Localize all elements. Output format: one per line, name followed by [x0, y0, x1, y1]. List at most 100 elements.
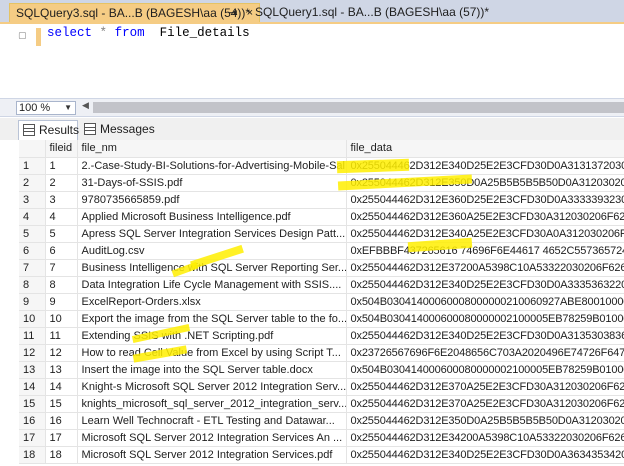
cell-file-data[interactable]: 0x255044462D312E350D0A25B5B5B5B50D0A3120… [346, 412, 624, 430]
row-number[interactable]: 8 [19, 276, 46, 294]
cell-file-nm[interactable]: Learn Well Technocraft - ETL Testing and… [77, 412, 347, 430]
cell-fileid[interactable]: 11 [45, 327, 78, 345]
fold-icon[interactable]: ▢ [18, 30, 27, 41]
query-text[interactable]: select * from File_details [47, 26, 250, 40]
cell-fileid[interactable]: 3 [45, 191, 78, 209]
table-row[interactable]: 12 12 How to read Cell Value from Excel by… [19, 344, 624, 362]
cell-file-data[interactable]: 0x255044462D312E360A25E2E3CFD30A31203020… [346, 208, 624, 226]
row-number-header[interactable] [19, 140, 46, 158]
row-number[interactable]: 12 [19, 344, 46, 362]
cell-file-nm[interactable]: Applied Microsoft Business Intelligence.… [77, 208, 347, 226]
row-number[interactable]: 6 [19, 242, 46, 260]
column-header-file-nm[interactable]: file_nm [77, 140, 347, 158]
pin-icon[interactable]: ⇥ [228, 7, 237, 19]
cell-file-data[interactable]: 0x255044462D312E360D25E2E3CFD30D0A333339… [346, 191, 624, 209]
cell-fileid[interactable]: 4 [45, 208, 78, 226]
table-row[interactable]: 3 3 9780735665859.pdf 0x255044462D312E360D2… [19, 191, 624, 209]
cell-fileid[interactable]: 7 [45, 259, 78, 277]
cell-fileid[interactable]: 13 [45, 361, 78, 379]
tab-results[interactable]: Results [18, 120, 79, 140]
cell-file-nm[interactable]: Knight-s Microsoft SQL Server 2012 Integ… [77, 378, 347, 396]
cell-fileid[interactable]: 12 [45, 344, 78, 362]
cell-fileid[interactable]: 1 [45, 157, 78, 175]
table-row[interactable]: 10 10 Export the image from the SQL Server… [19, 310, 624, 328]
cell-fileid[interactable]: 8 [45, 276, 78, 294]
cell-file-data[interactable]: 0x255044462D312E34200A5398C10A5332203020… [346, 429, 624, 447]
row-number[interactable]: 15 [19, 395, 46, 413]
row-number[interactable]: 13 [19, 361, 46, 379]
cell-fileid[interactable]: 14 [45, 378, 78, 396]
cell-file-nm[interactable]: Insert the image into the SQL Server tab… [77, 361, 347, 379]
cell-file-nm[interactable]: Data Integration Life Cycle Management w… [77, 276, 347, 294]
cell-fileid[interactable]: 9 [45, 293, 78, 311]
table-row[interactable]: 18 18 Microsoft SQL Server 2012 Integratio… [19, 446, 624, 464]
cell-fileid[interactable]: 16 [45, 412, 78, 430]
cell-fileid[interactable]: 15 [45, 395, 78, 413]
cell-file-data[interactable]: 0x255044462D312E370A25E2E3CFD30A31203020… [346, 395, 624, 413]
tab-sqlquery3[interactable]: SQLQuery3.sql - BA...B (BAGESH\aa (54))*… [9, 3, 260, 22]
table-row[interactable]: 14 14 Knight-s Microsoft SQL Server 2012 I… [19, 378, 624, 396]
table-row[interactable]: 4 4 Applied Microsoft Business Intelligenc… [19, 208, 624, 226]
horizontal-scrollbar-thumb[interactable] [93, 102, 624, 113]
row-number[interactable]: 10 [19, 310, 46, 328]
cell-file-nm[interactable]: How to read Cell Value from Excel by usi… [77, 344, 347, 362]
table-row[interactable]: 15 15 knights_microsoft_sql_server_2012_in… [19, 395, 624, 413]
table-row[interactable]: 8 8 Data Integration Life Cycle Management… [19, 276, 624, 294]
cell-file-data[interactable]: 0x255044462D312E340D25E2E3CFD30D0A333536… [346, 276, 624, 294]
cell-file-data[interactable]: 0x504B030414000600080000002100005EB78259… [346, 361, 624, 379]
row-number[interactable]: 18 [19, 446, 46, 464]
cell-file-nm[interactable]: 2.-Case-Study-BI-Solutions-for-Advertisi… [77, 157, 347, 175]
cell-file-nm[interactable]: Microsoft SQL Server 2012 Integration Se… [77, 429, 347, 447]
cell-file-nm[interactable]: 9780735665859.pdf [77, 191, 347, 209]
cell-file-nm[interactable]: Export the image from the SQL Server tab… [77, 310, 347, 328]
table-row[interactable]: 6 6 AuditLog.csv 0xEFBBBF437265616 74696F6E… [19, 242, 624, 260]
cell-fileid[interactable]: 18 [45, 446, 78, 464]
cell-file-data[interactable]: 0x255044462D312E340D25E2E3CFD30D0A363435… [346, 446, 624, 464]
column-header-fileid[interactable]: fileid [45, 140, 78, 158]
cell-file-data[interactable]: 0x255044462D312E340D25E2E3CFD30D0A313530… [346, 327, 624, 345]
cell-file-nm[interactable]: Extending SSIS with .NET Scripting.pdf [77, 327, 347, 345]
table-row[interactable]: 13 13 Insert the image into the SQL Server… [19, 361, 624, 379]
row-number[interactable]: 3 [19, 191, 46, 209]
column-header-file-data[interactable]: file_data [346, 140, 624, 158]
table-row[interactable]: 9 9 ExcelReport-Orders.xlsx 0x504B030414000… [19, 293, 624, 311]
table-row[interactable]: 11 11 Extending SSIS with .NET Scripting.p… [19, 327, 624, 345]
cell-file-nm[interactable]: Microsoft SQL Server 2012 Integration Se… [77, 446, 347, 464]
cell-file-data[interactable]: 0xEFBBBF437265616 74696F6E44617 4652C557… [346, 242, 624, 260]
row-number[interactable]: 7 [19, 259, 46, 277]
table-row[interactable]: 7 7 Business Intelligence with SQL Server … [19, 259, 624, 277]
row-number[interactable]: 5 [19, 225, 46, 243]
cell-file-data[interactable]: 0x23726567696F6E2048656C703A2020496E7472… [346, 344, 624, 362]
scroll-left-icon[interactable]: ◀ [82, 100, 89, 111]
results-grid[interactable]: fileid file_nm file_data 1 1 2.-Case-Study… [19, 140, 624, 464]
cell-file-nm[interactable]: ExcelReport-Orders.xlsx [77, 293, 347, 311]
table-row[interactable]: 1 1 2.-Case-Study-BI-Solutions-for-Adverti… [19, 157, 624, 175]
cell-fileid[interactable]: 5 [45, 225, 78, 243]
cell-file-data[interactable]: 0x255044462D312E37200A5398C10A5332203020… [346, 259, 624, 277]
row-number[interactable]: 9 [19, 293, 46, 311]
row-number[interactable]: 1 [19, 157, 46, 175]
cell-fileid[interactable]: 17 [45, 429, 78, 447]
table-row[interactable]: 16 16 Learn Well Technocraft - ETL Testing… [19, 412, 624, 430]
row-number[interactable]: 17 [19, 429, 46, 447]
query-editor[interactable]: ▢ select * from File_details [0, 24, 624, 96]
tab-messages[interactable]: Messages [80, 120, 155, 140]
cell-file-nm[interactable]: 31-Days-of-SSIS.pdf [77, 174, 347, 192]
cell-file-nm[interactable]: Apress SQL Server Integration Services D… [77, 225, 347, 243]
cell-file-data[interactable]: 0x255044462D312E340A25E2E3CFD30A0A312030… [346, 225, 624, 243]
zoom-dropdown[interactable]: 100 % ▼ [16, 101, 76, 115]
cell-fileid[interactable]: 6 [45, 242, 78, 260]
row-number[interactable]: 11 [19, 327, 46, 345]
row-number[interactable]: 2 [19, 174, 46, 192]
tab-sqlquery1[interactable]: SQLQuery1.sql - BA...B (BAGESH\aa (57))* [249, 3, 489, 22]
row-number[interactable]: 14 [19, 378, 46, 396]
row-number[interactable]: 16 [19, 412, 46, 430]
row-number[interactable]: 4 [19, 208, 46, 226]
cell-file-data[interactable]: 0x255044462D312E370A25E2E3CFD30A31203020… [346, 378, 624, 396]
table-row[interactable]: 5 5 Apress SQL Server Integration Services… [19, 225, 624, 243]
cell-file-data[interactable]: 0x504B03041400060008000000210060927ABE80… [346, 293, 624, 311]
table-row[interactable]: 2231-Days-of-SSIS.pdf0x255044462D312E350… [19, 174, 624, 192]
table-row[interactable]: 17 17 Microsoft SQL Server 2012 Integratio… [19, 429, 624, 447]
cell-file-data[interactable]: 0x504B030414000600080000002100005EB78259… [346, 310, 624, 328]
cell-fileid[interactable]: 2 [45, 174, 78, 192]
